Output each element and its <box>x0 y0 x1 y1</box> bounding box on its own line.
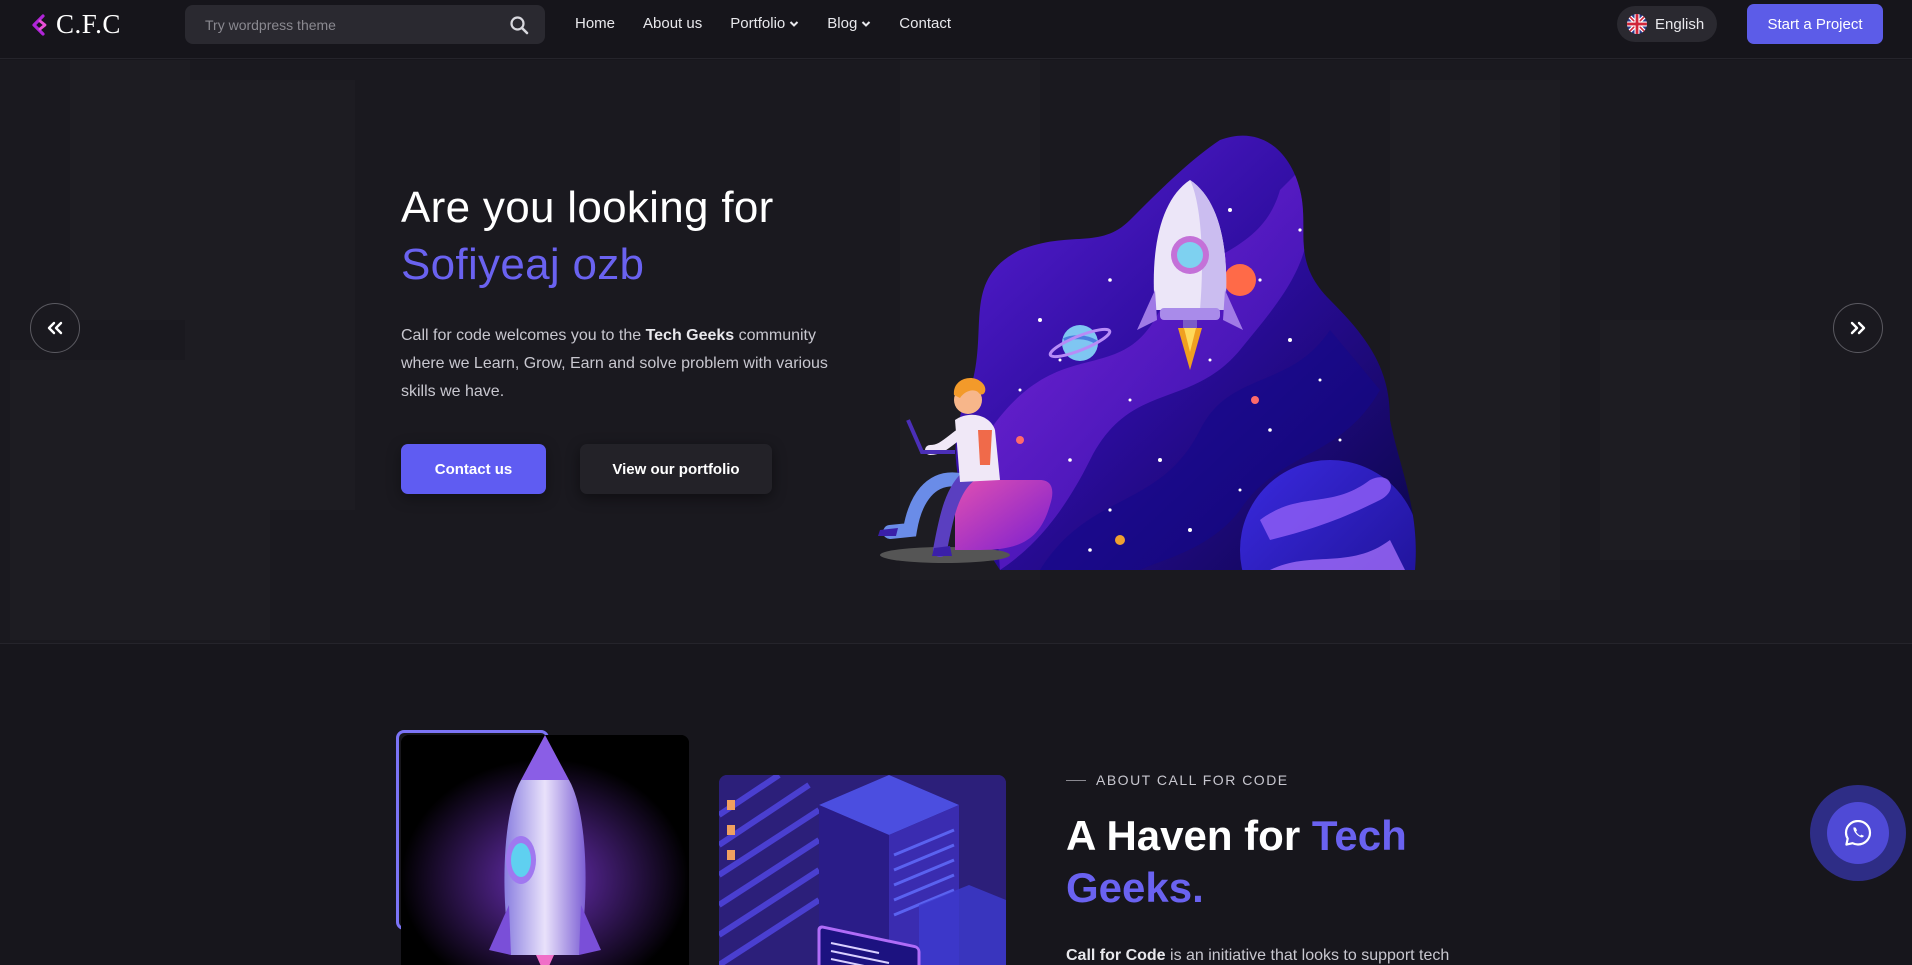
language-label: English <box>1655 15 1705 33</box>
uk-flag-icon <box>1627 14 1647 34</box>
nav-blog-label: Blog <box>827 15 858 32</box>
main-nav: Home About us Portfolio Blog Contact <box>575 15 979 32</box>
slider-next-button[interactable] <box>1833 303 1883 353</box>
eyebrow-label: ABOUT CALL FOR CODE <box>1096 772 1289 788</box>
background-shape <box>70 60 190 320</box>
logo[interactable]: C.F.C <box>30 9 121 40</box>
hero-section: Are you looking for Sofiyeaj ozb Call fo… <box>0 60 1912 644</box>
nav-home-label: Home <box>575 15 616 32</box>
view-portfolio-button[interactable]: View our portfolio <box>580 444 772 494</box>
nav-about[interactable]: About us <box>643 15 702 32</box>
hero-desc-text: Call for code welcomes you to the <box>401 327 646 344</box>
section-eyebrow: ABOUT CALL FOR CODE <box>1066 772 1289 788</box>
building-illustration <box>719 775 1006 965</box>
slider-prev-button[interactable] <box>30 303 80 353</box>
space-illustration <box>878 135 1416 570</box>
about-section: ABOUT CALL FOR CODE A Haven for Tech Gee… <box>0 645 1912 965</box>
about-title: A Haven for Tech Geeks. <box>1066 810 1486 914</box>
nav-contact-label: Contact <box>899 15 951 32</box>
eyebrow-line <box>1066 779 1086 781</box>
chevron-down-icon <box>790 20 799 27</box>
contact-us-button[interactable]: Contact us <box>401 444 546 494</box>
about-text-bold: Call for Code <box>1066 947 1166 964</box>
about-title-text: A Haven for <box>1066 812 1312 859</box>
whatsapp-icon <box>1844 819 1872 846</box>
search-bar <box>185 5 545 44</box>
nav-blog[interactable]: Blog <box>827 15 871 32</box>
background-shape <box>10 360 270 640</box>
nav-home[interactable]: Home <box>575 15 615 32</box>
rocket-illustration <box>401 735 689 965</box>
nav-portfolio-label: Portfolio <box>730 15 786 32</box>
chevron-down-icon <box>862 20 871 27</box>
logo-text: C.F.C <box>56 9 121 39</box>
background-shape <box>1600 320 1800 560</box>
hero-title: Are you looking for <box>401 183 774 232</box>
nav-portfolio[interactable]: Portfolio <box>730 15 799 32</box>
hero-description: Call for code welcomes you to the Tech G… <box>401 322 861 406</box>
hero-title-highlight: Sofiyeaj ozb <box>401 240 645 289</box>
rocket-image <box>401 735 689 965</box>
search-icon[interactable] <box>509 15 529 35</box>
about-text-rest: is an initiative that looks to support t… <box>1165 947 1450 964</box>
whatsapp-chat-button[interactable] <box>1810 785 1906 881</box>
double-chevron-left-icon <box>47 321 63 335</box>
server-building-image <box>719 775 1006 965</box>
logo-icon <box>32 13 47 36</box>
language-selector[interactable]: English <box>1617 6 1717 42</box>
whatsapp-button-inner <box>1827 802 1889 864</box>
search-input[interactable] <box>205 5 495 44</box>
site-header: C.F.C Home About us Portfolio Blog Conta… <box>0 0 1912 59</box>
start-project-button[interactable]: Start a Project <box>1747 4 1883 44</box>
nav-contact[interactable]: Contact <box>899 15 951 32</box>
double-chevron-right-icon <box>1850 321 1866 335</box>
hero-desc-bold: Tech Geeks <box>645 327 735 344</box>
about-paragraph: Call for Code is an initiative that look… <box>1066 947 1496 965</box>
nav-about-label: About us <box>643 15 703 32</box>
